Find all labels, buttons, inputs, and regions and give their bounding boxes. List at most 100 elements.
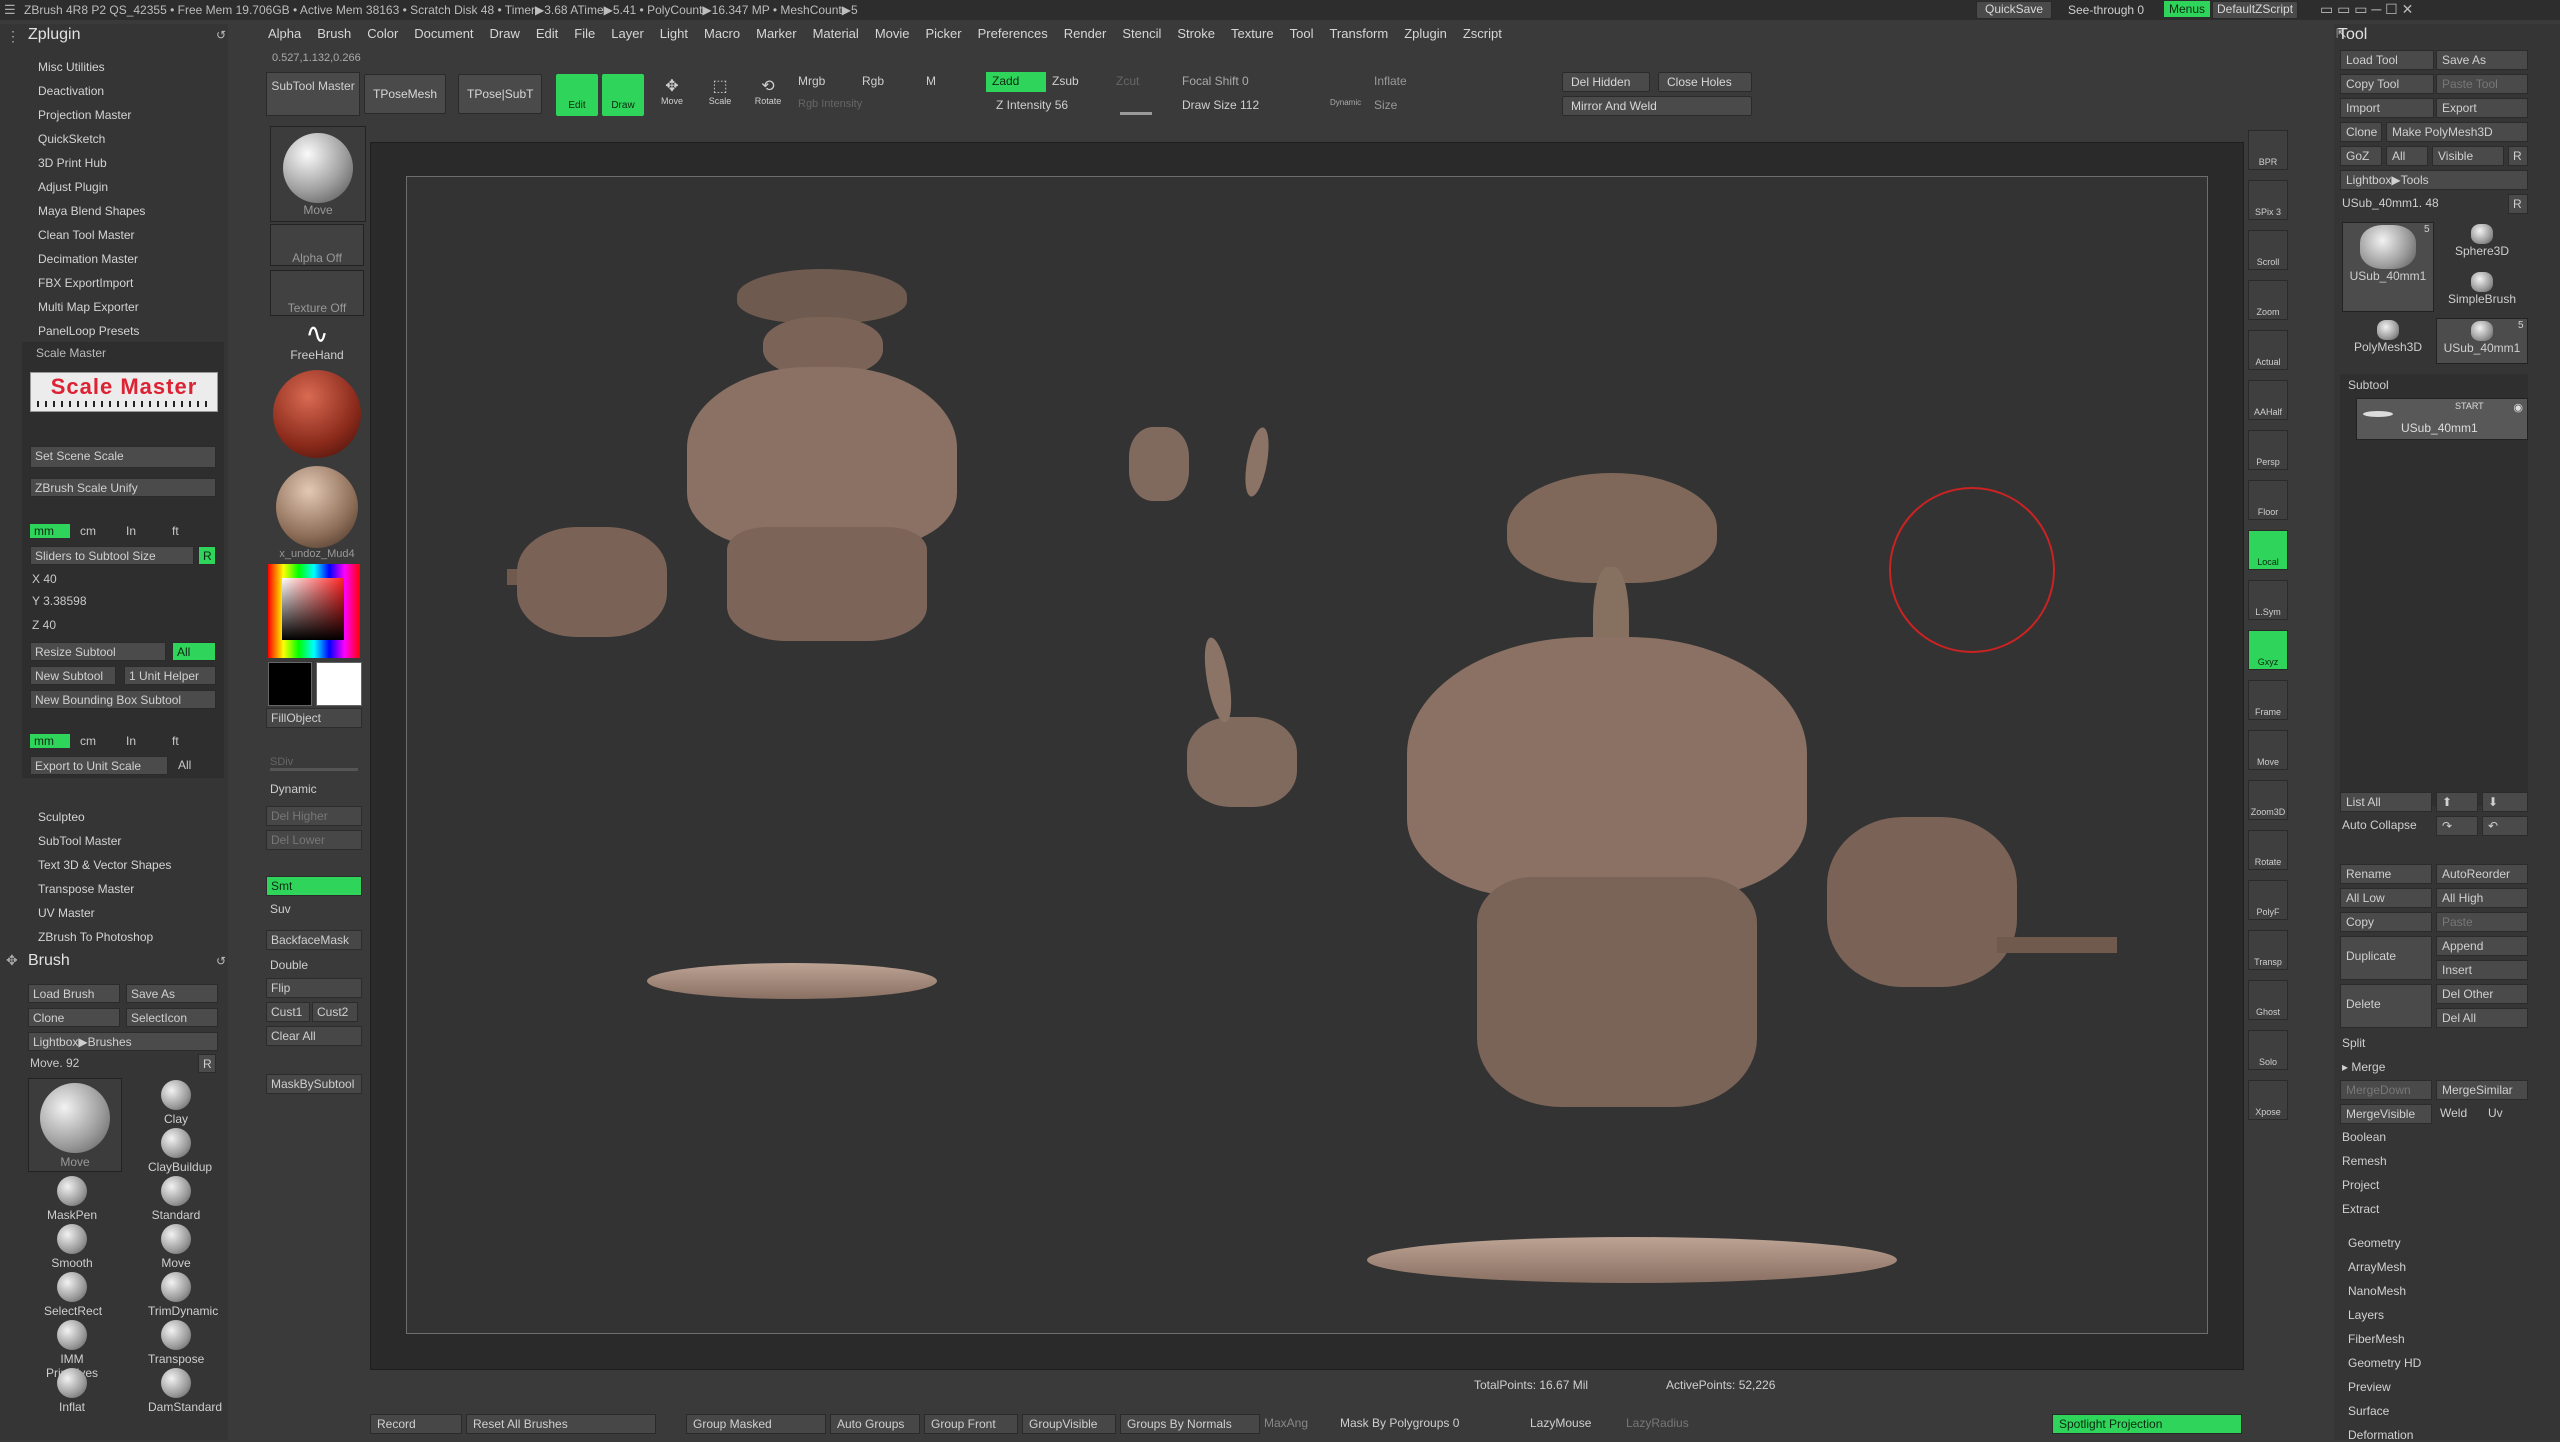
- mirror-and-weld-button[interactable]: Mirror And Weld: [1562, 96, 1752, 116]
- edit-mode-button[interactable]: Edit: [556, 74, 598, 116]
- subtool-copy-button[interactable]: Copy: [2340, 912, 2432, 932]
- draw-mode-button[interactable]: Draw: [602, 74, 644, 116]
- menus-toggle[interactable]: Menus: [2164, 1, 2211, 17]
- focal-shift-slider[interactable]: Focal Shift 0: [1182, 74, 1249, 88]
- menu-stroke[interactable]: Stroke: [1169, 24, 1223, 46]
- zplugin-item[interactable]: PanelLoop Presets: [38, 324, 139, 338]
- zsub-button[interactable]: Zsub: [1052, 74, 1079, 88]
- view-floor-button[interactable]: Floor: [2248, 480, 2288, 520]
- subpalette-geometry[interactable]: Geometry: [2348, 1236, 2401, 1250]
- brush-move[interactable]: Move: [148, 1224, 204, 1270]
- subtool-header[interactable]: Subtool: [2348, 378, 2389, 392]
- zplugin-item[interactable]: Transpose Master: [38, 882, 134, 896]
- secondary-color-swatch[interactable]: [268, 662, 312, 706]
- load-brush-button[interactable]: Load Brush: [28, 984, 120, 1003]
- menu-render[interactable]: Render: [1056, 24, 1115, 46]
- eye-icon[interactable]: ◉: [2513, 401, 2523, 414]
- select-icon-button[interactable]: SelectIcon: [126, 1008, 218, 1027]
- mask-by-subtool-button[interactable]: MaskBySubtool: [266, 1074, 362, 1094]
- subpalette-surface[interactable]: Surface: [2348, 1404, 2389, 1418]
- x-scale-slider[interactable]: X 40: [32, 572, 57, 586]
- reset-all-brushes-button[interactable]: Reset All Brushes: [466, 1414, 656, 1434]
- menu-file[interactable]: File: [566, 24, 603, 46]
- brush-save-as-button[interactable]: Save As: [126, 984, 218, 1003]
- brush-move-slider[interactable]: Move. 92: [30, 1056, 79, 1070]
- move-up-button[interactable]: ⬆: [2436, 792, 2478, 812]
- zplugin-item[interactable]: QuickSketch: [38, 132, 105, 146]
- del-hidden-button[interactable]: Del Hidden: [1562, 72, 1650, 92]
- unit-helper-button[interactable]: 1 Unit Helper: [124, 666, 216, 685]
- zplugin-item[interactable]: FBX ExportImport: [38, 276, 133, 290]
- zplugin-item[interactable]: ZBrush To Photoshop: [38, 930, 153, 944]
- menu-preferences[interactable]: Preferences: [970, 24, 1056, 46]
- color-sv-square[interactable]: [282, 578, 344, 640]
- material-sphere-red[interactable]: [270, 370, 364, 464]
- backface-mask-button[interactable]: BackfaceMask: [266, 930, 362, 950]
- unit-mm-toggle[interactable]: mm: [30, 734, 70, 748]
- see-through-slider[interactable]: See-through 0: [2068, 3, 2144, 17]
- zadd-button[interactable]: Zadd: [986, 72, 1046, 92]
- material-selector[interactable]: x_undoz_Mud4: [270, 466, 364, 560]
- size-slider[interactable]: Size: [1374, 98, 1397, 112]
- all-low-button[interactable]: All Low: [2340, 888, 2432, 908]
- zplugin-item[interactable]: Misc Utilities: [38, 60, 105, 74]
- smt-toggle[interactable]: Smt: [266, 876, 362, 896]
- brush-panel-refresh-icon[interactable]: ↺: [216, 954, 226, 968]
- collapse-up-button[interactable]: ↷: [2436, 816, 2478, 836]
- move-mode-button[interactable]: ✥ Move: [654, 76, 690, 106]
- dynamic-toggle[interactable]: Dynamic: [1330, 98, 1361, 107]
- uv-toggle[interactable]: Uv: [2488, 1106, 2503, 1120]
- zplugin-item[interactable]: Text 3D & Vector Shapes: [38, 858, 171, 872]
- tool-thumb-4[interactable]: USub_40mm1: [2436, 318, 2528, 364]
- duplicate-button[interactable]: Duplicate: [2340, 936, 2432, 980]
- menu-document[interactable]: Document: [406, 24, 481, 46]
- model-hand-lower[interactable]: [1187, 717, 1297, 807]
- del-other-button[interactable]: Del Other: [2436, 984, 2528, 1004]
- menu-texture[interactable]: Texture: [1223, 24, 1282, 46]
- menu-alpha[interactable]: Alpha: [260, 24, 309, 46]
- record-button[interactable]: Record: [370, 1414, 462, 1434]
- model-elephant-head-back[interactable]: [737, 269, 907, 323]
- suv-toggle[interactable]: Suv: [270, 902, 291, 916]
- export-all-toggle[interactable]: All: [178, 758, 191, 772]
- menu-edit[interactable]: Edit: [528, 24, 566, 46]
- goz-all-button[interactable]: All: [2386, 146, 2428, 166]
- menu-tool[interactable]: Tool: [1282, 24, 1322, 46]
- view-scroll-button[interactable]: Scroll: [2248, 230, 2288, 270]
- flip-button[interactable]: Flip: [266, 978, 362, 998]
- del-all-button[interactable]: Del All: [2436, 1008, 2528, 1028]
- cust1-button[interactable]: Cust1: [266, 1002, 310, 1022]
- subpalette-layers[interactable]: Layers: [2348, 1308, 2384, 1322]
- brush-trimdynamic[interactable]: TrimDynamic: [148, 1272, 218, 1318]
- double-button[interactable]: Double: [270, 958, 308, 972]
- merge-visible-button[interactable]: MergeVisible: [2340, 1104, 2432, 1124]
- append-button[interactable]: Append: [2436, 936, 2528, 956]
- unit-ft-toggle[interactable]: ft: [168, 734, 208, 748]
- tool-thumb-1[interactable]: Sphere3D: [2436, 222, 2528, 268]
- rgb-intensity-slider[interactable]: Rgb Intensity: [798, 98, 862, 110]
- group-front-button[interactable]: Group Front: [924, 1414, 1018, 1434]
- zplugin-item[interactable]: Multi Map Exporter: [38, 300, 139, 314]
- view-aahalf-button[interactable]: AAHalf: [2248, 380, 2288, 420]
- menu-material[interactable]: Material: [805, 24, 867, 46]
- groups-by-normals-button[interactable]: Groups By Normals: [1120, 1414, 1260, 1434]
- subtool-paste-button[interactable]: Paste: [2436, 912, 2528, 932]
- subtool-master-button[interactable]: SubTool Master: [266, 72, 360, 116]
- z-scale-slider[interactable]: Z 40: [32, 618, 56, 632]
- delete-button[interactable]: Delete: [2340, 984, 2432, 1028]
- current-tool-slider[interactable]: USub_40mm1. 48: [2342, 196, 2439, 210]
- auto-groups-button[interactable]: Auto Groups: [830, 1414, 920, 1434]
- dynamic-subdiv-button[interactable]: Dynamic: [270, 782, 317, 796]
- zplugin-item[interactable]: Projection Master: [38, 108, 131, 122]
- unit-in-toggle[interactable]: In: [122, 524, 162, 538]
- lightbox-tools-button[interactable]: Lightbox▶Tools: [2340, 170, 2528, 190]
- auto-collapse-button[interactable]: Auto Collapse: [2342, 818, 2417, 832]
- subpalette-geometry-hd[interactable]: Geometry HD: [2348, 1356, 2421, 1370]
- unit-mm-toggle[interactable]: mm: [30, 524, 70, 538]
- zplugin-item[interactable]: Sculpteo: [38, 810, 85, 824]
- tool-clone-button[interactable]: Clone: [2340, 122, 2382, 142]
- all-high-button[interactable]: All High: [2436, 888, 2528, 908]
- view-spix-3-button[interactable]: SPix 3: [2248, 180, 2288, 220]
- canvas[interactable]: [406, 176, 2208, 1334]
- menu-zplugin[interactable]: Zplugin: [1396, 24, 1455, 46]
